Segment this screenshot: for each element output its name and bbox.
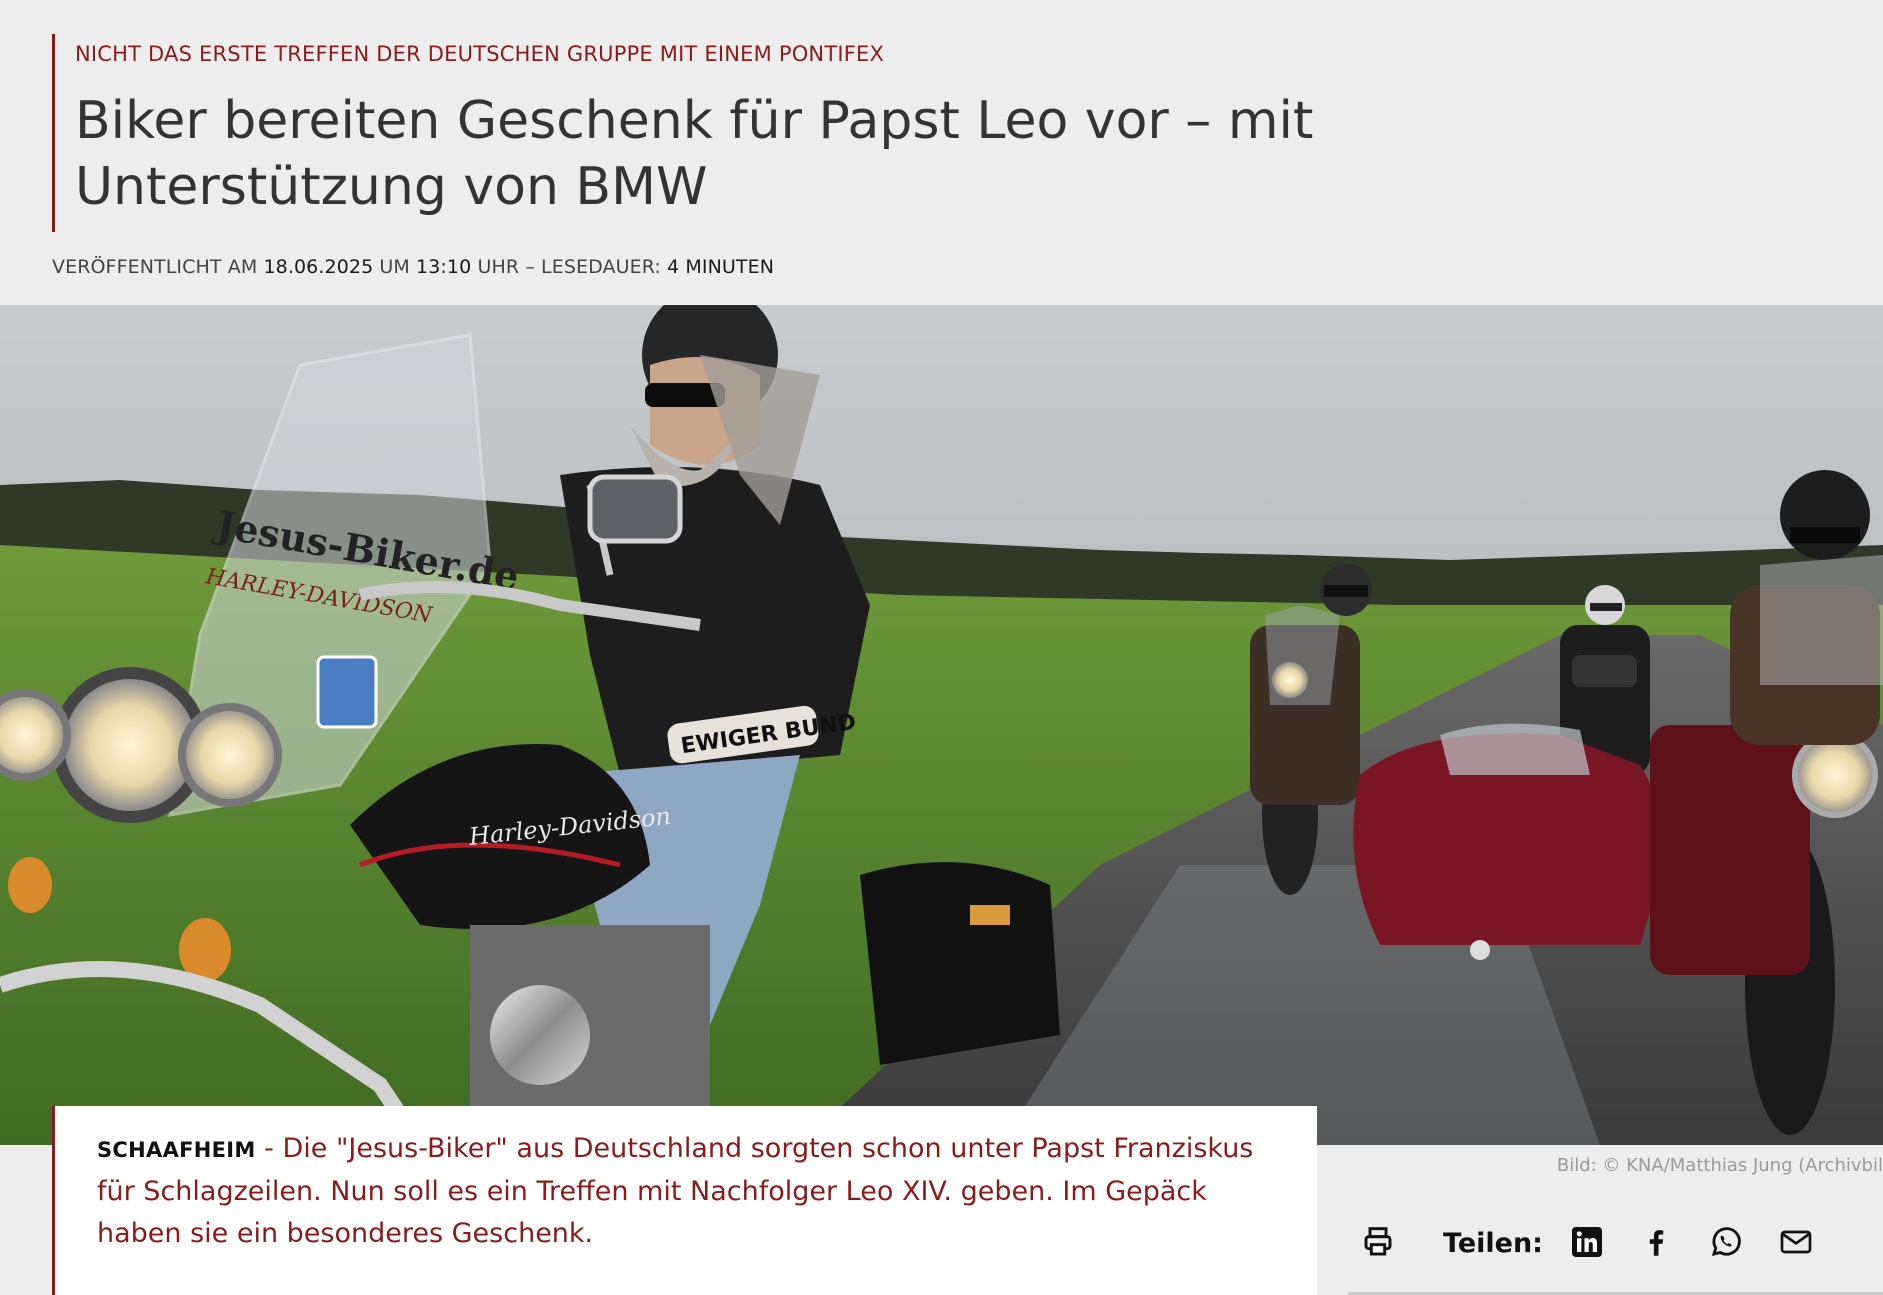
mail-icon[interactable] [1776, 1222, 1816, 1262]
image-credit: Bild: © KNA/Matthias Jung (Archivbil [1556, 1155, 1883, 1176]
headlight-right [178, 703, 282, 807]
article-title: Biker bereiten Geschenk für Papst Leo vo… [75, 88, 1375, 220]
published-prefix: VERÖFFENTLICHT AM [52, 256, 264, 278]
share-label: Teilen: [1443, 1228, 1543, 1259]
whatsapp-icon[interactable] [1706, 1222, 1746, 1262]
reading-time: 4 MINUTEN [667, 256, 775, 278]
article-kicker: NICHT DAS ERSTE TREFFEN DER DEUTSCHEN GR… [75, 42, 885, 66]
lead-box: SCHAAFHEIM - Die "Jesus-Biker" aus Deuts… [52, 1106, 1317, 1295]
turn-signal-left [8, 857, 52, 913]
mirror [587, 474, 683, 544]
article-title-line1: Biker bereiten Geschenk für Papst Leo vo… [75, 91, 1314, 151]
share-bar: Teilen: [1348, 1222, 1883, 1282]
hero-photo-illustration: Jesus-Biker.de HARLEY-DAVIDSON EWIGER BU… [0, 305, 1883, 1145]
headlight-left [0, 689, 71, 781]
hero-image: Jesus-Biker.de HARLEY-DAVIDSON EWIGER BU… [0, 305, 1883, 1145]
article-lead: SCHAAFHEIM - Die "Jesus-Biker" aus Deuts… [97, 1128, 1277, 1255]
lead-separator: - [255, 1133, 283, 1164]
published-time: 13:10 [416, 256, 472, 278]
facebook-icon[interactable] [1636, 1222, 1676, 1262]
engine-cover [490, 985, 590, 1085]
time-prefix: UM [373, 256, 417, 278]
windshield-sticker [316, 655, 378, 729]
linkedin-icon[interactable] [1567, 1222, 1607, 1262]
reading-prefix: UHR – LESEDAUER: [471, 256, 668, 278]
article-header: NICHT DAS ERSTE TREFFEN DER DEUTSCHEN GR… [52, 34, 1375, 232]
headlight-main [64, 679, 196, 811]
article-title-line2: Unterstützung von BMW [75, 157, 708, 217]
article-meta: VERÖFFENTLICHT AM 18.06.2025 UM 13:10 UH… [52, 256, 774, 278]
lead-dateline: SCHAAFHEIM [97, 1138, 256, 1162]
saddlebag [860, 862, 1060, 1065]
print-icon[interactable] [1358, 1222, 1398, 1262]
published-date: 18.06.2025 [263, 256, 374, 278]
saddlebag-reflector [970, 905, 1010, 925]
